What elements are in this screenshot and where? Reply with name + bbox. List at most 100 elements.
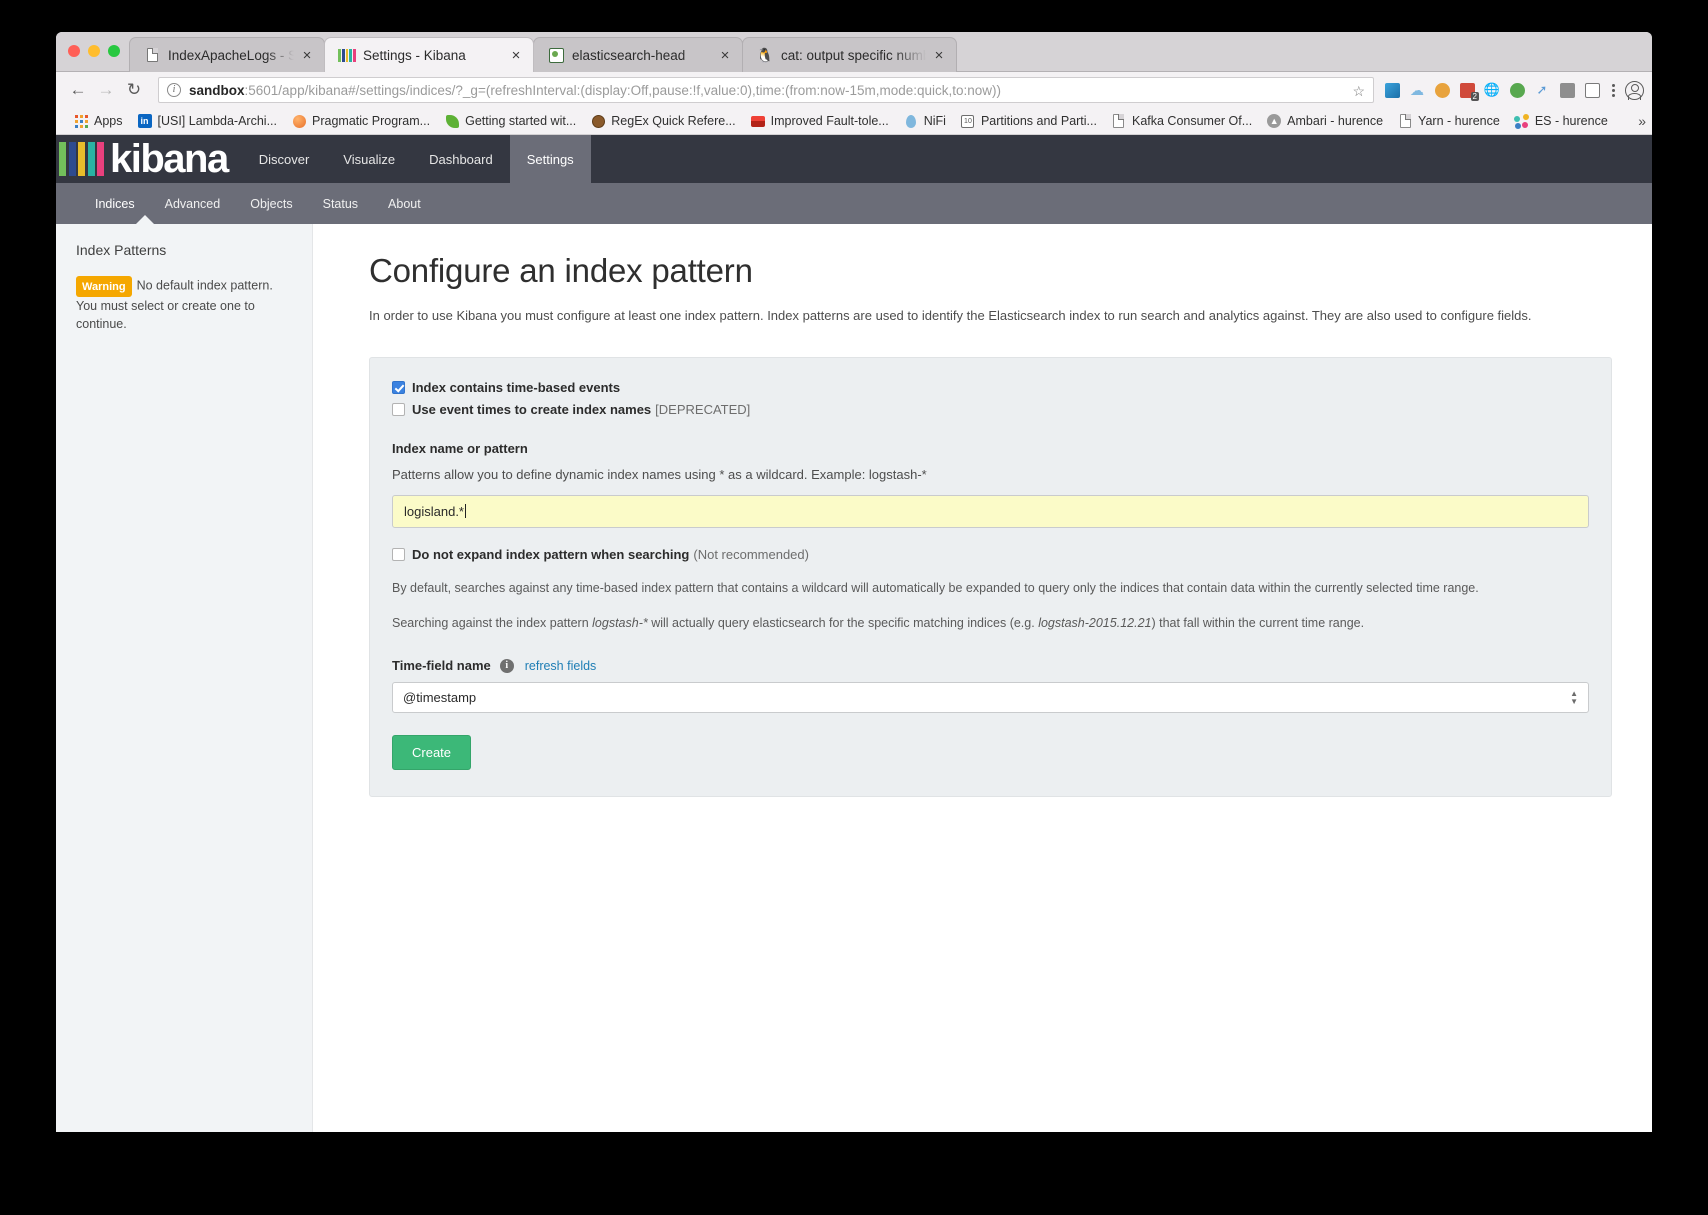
bookmark-label: Pragmatic Program... [312, 114, 430, 128]
checkbox-row-time-based[interactable]: Index contains time-based events [392, 380, 1589, 395]
extension-icon-1[interactable] [1381, 79, 1403, 101]
browser-tab-indexapachelogs[interactable]: IndexApacheLogs - Streaming × [129, 37, 325, 72]
document-icon [144, 47, 160, 63]
extension-icon-cloud[interactable]: ☁ [1406, 79, 1428, 101]
active-tab-caret-icon [136, 215, 154, 224]
checkbox-time-based-events[interactable] [392, 381, 405, 394]
close-tab-icon[interactable]: × [932, 48, 946, 63]
search-paragraph-pre: Searching against the index pattern [392, 616, 592, 630]
tab-about[interactable]: About [373, 183, 436, 224]
bookmark-star-icon[interactable]: ☆ [1352, 83, 1365, 100]
refresh-fields-link[interactable]: refresh fields [525, 659, 597, 673]
nav-item-dashboard[interactable]: Dashboard [412, 135, 510, 183]
maximize-window-button[interactable] [108, 45, 120, 57]
minimize-window-button[interactable] [88, 45, 100, 57]
tab-advanced[interactable]: Advanced [150, 183, 236, 224]
close-tab-icon[interactable]: × [300, 48, 314, 63]
search-paragraph-mid: will actually query elasticsearch for th… [648, 616, 1038, 630]
tab-status[interactable]: Status [308, 183, 373, 224]
bookmark-improved-fault-tolerance[interactable]: Improved Fault-tole... [743, 110, 896, 132]
extension-icon-4[interactable]: 2 [1456, 79, 1478, 101]
bookmark-usi-lambda-archi[interactable]: in [USI] Lambda-Archi... [130, 110, 285, 132]
extension-icon-globe[interactable]: 🌐 [1481, 79, 1503, 101]
document-icon [1397, 113, 1413, 129]
extension-icon-3[interactable] [1431, 79, 1453, 101]
forward-button[interactable]: → [92, 76, 120, 104]
kibana-logo[interactable]: kibana [56, 135, 242, 183]
bookmark-partitions-and-partitioners[interactable]: 10 Partitions and Parti... [953, 110, 1104, 132]
browser-tab-settings-kibana[interactable]: Settings - Kibana × [324, 37, 534, 72]
time-field-row: Time-field name i refresh fields [392, 658, 1589, 673]
browser-tab-cat-output[interactable]: 🐧 cat: output specific number of × [742, 37, 957, 72]
chrome-menu-icon[interactable] [1603, 84, 1623, 97]
bookmark-regex-quick-reference[interactable]: RegEx Quick Refere... [583, 110, 742, 132]
bookmark-label: Apps [94, 114, 123, 128]
kibana-logo-text: kibana [110, 142, 228, 176]
bookmark-label: Yarn - hurence [1418, 114, 1500, 128]
extension-icon-cast[interactable] [1581, 79, 1603, 101]
site-info-icon[interactable]: i [167, 83, 181, 97]
profile-avatar-icon[interactable] [1625, 81, 1644, 100]
not-recommended-tag: (Not recommended) [693, 547, 809, 562]
checkbox-label: Use event times to create index names [412, 402, 651, 417]
bookmark-es-hurence[interactable]: ES - hurence [1507, 110, 1615, 132]
elastic-cluster-icon [1514, 113, 1530, 129]
red-stack-icon [750, 113, 766, 129]
checkbox-row-event-times[interactable]: Use event times to create index names [D… [392, 402, 1589, 417]
bookmarks-overflow-icon[interactable]: » [1638, 113, 1646, 129]
extension-icon-share[interactable]: ➚ [1531, 79, 1553, 101]
bookmark-label: Improved Fault-tole... [771, 114, 889, 128]
tab-objects[interactable]: Objects [235, 183, 307, 224]
search-paragraph-post: ) that fall within the current time rang… [1151, 616, 1364, 630]
brown-badge-icon [590, 113, 606, 129]
extension-icon-8[interactable] [1556, 79, 1578, 101]
bookmark-pragmatic-programmer[interactable]: Pragmatic Program... [284, 110, 437, 132]
bookmark-getting-started[interactable]: Getting started wit... [437, 110, 583, 132]
checkbox-label: Index contains time-based events [412, 380, 620, 395]
kibana-logo-bars-icon [58, 142, 104, 176]
address-bar[interactable]: i sandbox:5601/app/kibana#/settings/indi… [158, 77, 1374, 103]
browser-tab-elasticsearch-head[interactable]: elasticsearch-head × [533, 37, 743, 72]
search-paragraph-em1: logstash-* [592, 616, 648, 630]
index-pattern-form: Index contains time-based events Use eve… [369, 357, 1612, 797]
bookmark-nifi[interactable]: NiFi [896, 110, 953, 132]
text-cursor [465, 504, 466, 518]
extension-icons: ☁ 2 🌐 ➚ [1381, 79, 1603, 101]
close-tab-icon[interactable]: × [718, 48, 732, 63]
checkbox-row-no-expand[interactable]: Do not expand index pattern when searchi… [392, 547, 1589, 562]
time-field-label: Time-field name [392, 658, 491, 673]
bookmark-yarn-hurence[interactable]: Yarn - hurence [1390, 110, 1507, 132]
nav-item-settings[interactable]: Settings [510, 135, 591, 183]
bookmark-ambari-hurence[interactable]: ▲ Ambari - hurence [1259, 110, 1390, 132]
nav-item-visualize[interactable]: Visualize [326, 135, 412, 183]
reload-button[interactable]: ↻ [120, 76, 148, 104]
extension-icon-6[interactable] [1506, 79, 1528, 101]
chevron-updown-icon[interactable]: ▲▼ [1570, 691, 1578, 704]
url-path: :5601/app/kibana#/settings/indices/?_g=(… [245, 83, 1002, 98]
tab-title: elasticsearch-head [572, 48, 712, 63]
close-tab-icon[interactable]: × [509, 48, 523, 63]
url-host: sandbox [189, 83, 245, 98]
expand-paragraph: By default, searches against any time-ba… [392, 579, 1589, 597]
linkedin-icon: in [137, 113, 153, 129]
bookmark-kafka-consumer-offsets[interactable]: Kafka Consumer Of... [1104, 110, 1259, 132]
back-button[interactable]: ← [64, 76, 92, 104]
bookmarks-bar: Apps in [USI] Lambda-Archi... Pragmatic … [56, 108, 1652, 135]
orange-circle-icon [291, 113, 307, 129]
info-icon[interactable]: i [500, 659, 514, 673]
create-button[interactable]: Create [392, 735, 471, 770]
bookmark-apps[interactable]: Apps [66, 110, 130, 132]
kibana-top-nav: kibana Discover Visualize Dashboard Sett… [56, 135, 1652, 183]
bookmark-label: ES - hurence [1535, 114, 1608, 128]
checkbox-use-event-times[interactable] [392, 403, 405, 416]
tab-title: Settings - Kibana [363, 48, 503, 63]
nav-item-discover[interactable]: Discover [242, 135, 327, 183]
bookmark-label: Getting started wit... [465, 114, 576, 128]
window-controls[interactable] [68, 45, 120, 57]
checkbox-do-not-expand[interactable] [392, 548, 405, 561]
apps-grid-icon [73, 113, 89, 129]
time-field-select[interactable]: @timestamp ▲▼ [392, 682, 1589, 713]
close-window-button[interactable] [68, 45, 80, 57]
index-name-input[interactable]: logisland.* [392, 495, 1589, 528]
url-text: sandbox:5601/app/kibana#/settings/indice… [189, 83, 1001, 98]
